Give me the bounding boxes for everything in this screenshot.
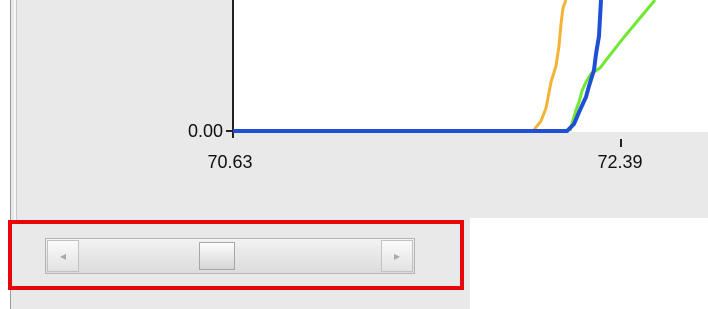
y-tick-label-zero: 0.00 [188,121,223,141]
empty-region [470,218,708,309]
annotation-highlight-box [8,220,464,290]
x-tick-label-end: 72.39 [597,152,642,172]
x-tick-label-start: 70.63 [207,152,252,172]
